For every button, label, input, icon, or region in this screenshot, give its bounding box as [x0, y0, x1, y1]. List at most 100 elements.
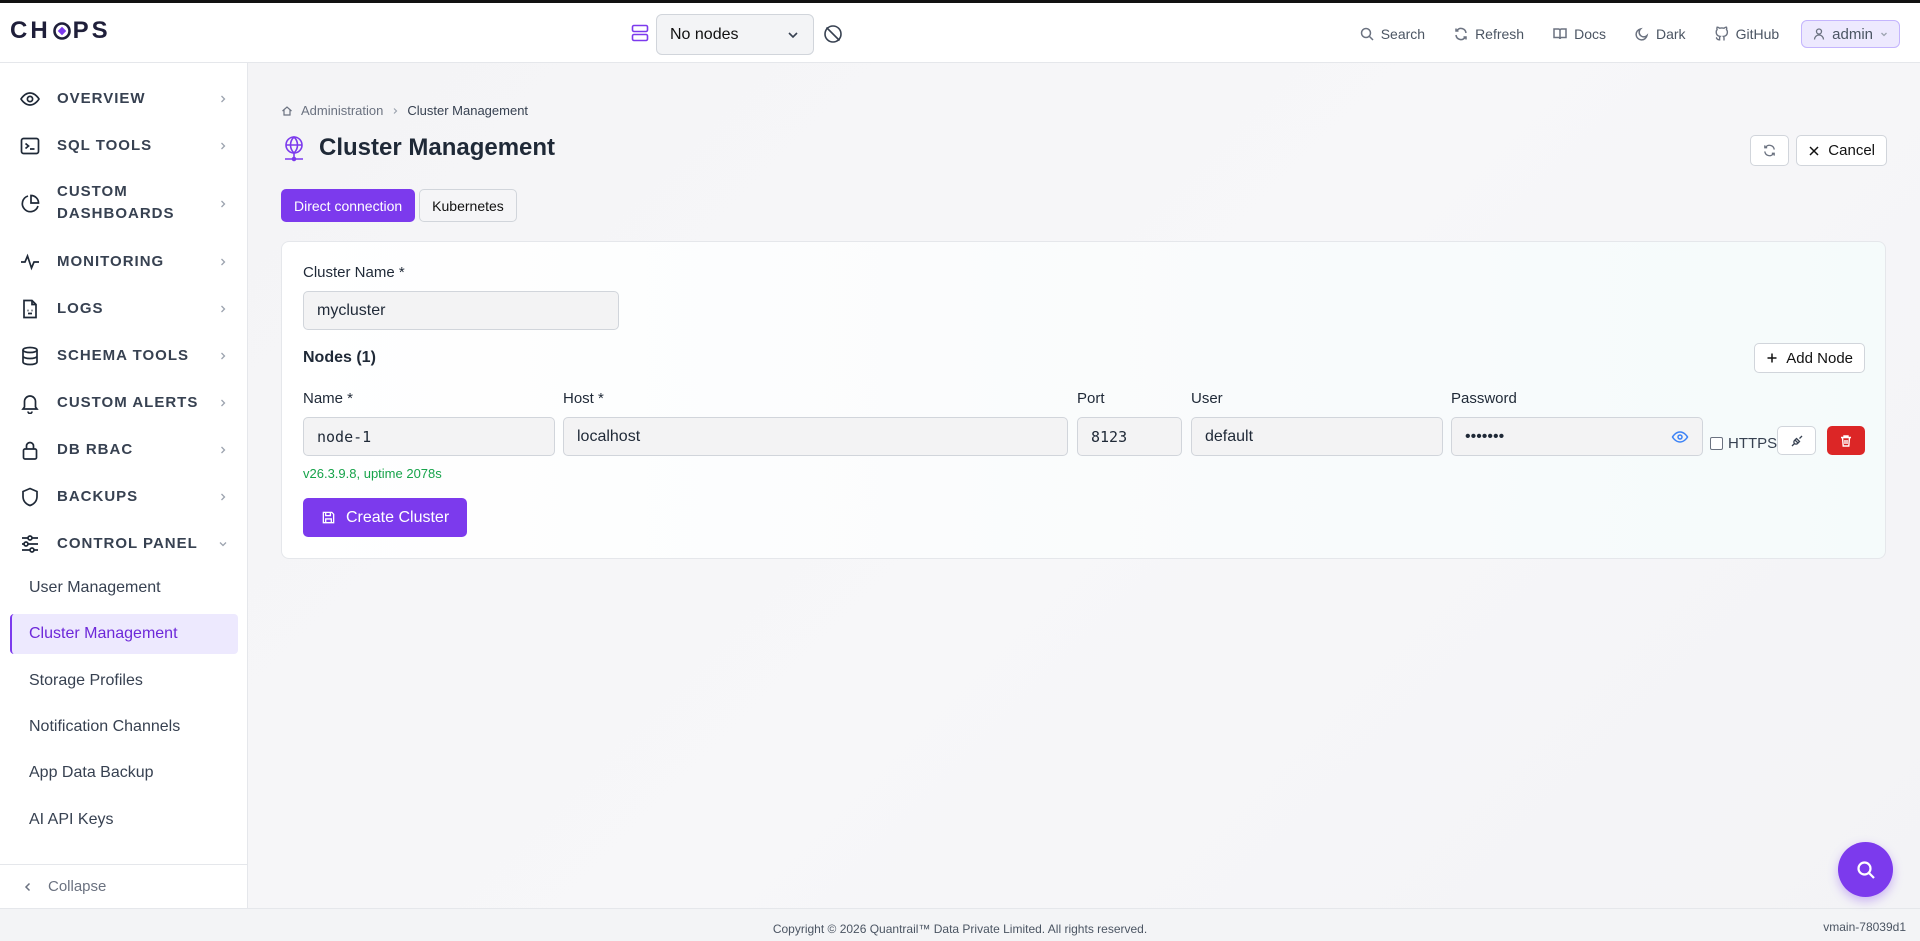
breadcrumb-current: Cluster Management: [407, 103, 529, 118]
page-header: Cluster Management: [281, 134, 555, 162]
sidebar-item-custom-alerts[interactable]: CUSTOM ALERTS: [0, 391, 248, 415]
node-password-label: Password: [1451, 390, 1517, 407]
page-title: Cluster Management: [319, 134, 556, 161]
cancel-label: Cancel: [1828, 142, 1875, 159]
node-version-status: v26.3.9.8, uptime 2078s: [303, 466, 442, 481]
node-user-input[interactable]: default: [1191, 417, 1443, 456]
file-icon: [23, 299, 37, 319]
user-menu-button[interactable]: admin: [1801, 20, 1900, 48]
chevron-right-icon: [221, 258, 226, 266]
logo-o-icon: [52, 22, 71, 40]
sidebar-item-label: LOGS: [57, 300, 104, 317]
github-label: GitHub: [1735, 26, 1780, 42]
cluster-name-input[interactable]: mycluster: [303, 291, 619, 330]
test-connection-button[interactable]: [1777, 426, 1816, 455]
node-port-label: Port: [1077, 390, 1105, 407]
user-icon: [1813, 28, 1825, 40]
cancel-button[interactable]: Cancel: [1796, 135, 1887, 166]
sidebar-subitem-user-management[interactable]: User Management: [10, 568, 238, 608]
node-host-label: Host *: [563, 390, 604, 407]
chevron-right-icon: [221, 399, 226, 407]
sidebar: OVERVIEW SQL TOOLS CUSTOM DASHBOARDS MON…: [0, 63, 248, 908]
sidebar-subitem-ai-api-keys[interactable]: AI API Keys: [10, 800, 238, 840]
build-version: vmain-78039d1: [1823, 920, 1906, 934]
sidebar-item-label: CUSTOM: [57, 183, 128, 200]
theme-label: Dark: [1656, 26, 1686, 42]
header-actions: Cancel: [1750, 135, 1887, 166]
terminal-icon: [20, 137, 40, 155]
node-select[interactable]: No nodes: [656, 14, 814, 55]
search-icon: [1360, 27, 1374, 41]
sidebar-item-monitoring[interactable]: MONITORING: [0, 250, 248, 274]
tab-kubernetes[interactable]: Kubernetes: [419, 189, 517, 222]
docs-link[interactable]: Docs: [1552, 26, 1606, 42]
breadcrumb: Administration Cluster Management: [281, 103, 528, 118]
plug-icon: [1791, 435, 1802, 446]
book-icon: [1553, 28, 1567, 40]
delete-node-button[interactable]: [1827, 426, 1865, 455]
tab-direct-connection[interactable]: Direct connection: [281, 189, 416, 222]
top-actions: Search Refresh Docs Dark GitHub admin: [1331, 20, 1900, 48]
global-search-fab[interactable]: [1838, 842, 1893, 897]
node-user-label: User: [1191, 390, 1223, 407]
sidebar-item-label: SQL TOOLS: [57, 137, 153, 154]
refresh-icon: [1764, 144, 1776, 157]
lock-icon: [22, 441, 38, 460]
add-node-label: Add Node: [1786, 349, 1853, 367]
offline-status-icon[interactable]: [822, 23, 844, 45]
save-icon: [322, 511, 335, 524]
home-icon: [282, 105, 292, 116]
main-content: Administration Cluster Management Cluste…: [248, 63, 1920, 908]
moon-icon: [1635, 27, 1649, 41]
refresh-label: Refresh: [1475, 26, 1525, 42]
create-cluster-label: Create Cluster: [346, 508, 450, 526]
sidebar-item-db-rbac[interactable]: DB RBAC: [0, 438, 248, 462]
sidebar-item-label-line2: DASHBOARDS: [57, 205, 175, 222]
search-label: Search: [1380, 26, 1426, 42]
sidebar-item-label: CONTROL PANEL: [57, 535, 198, 552]
node-port-input[interactable]: 8123: [1077, 417, 1182, 456]
https-checkbox[interactable]: HTTPS: [1710, 435, 1777, 452]
sidebar-subitem-storage-profiles[interactable]: Storage Profiles: [10, 661, 238, 701]
sidebar-item-control-panel[interactable]: CONTROL PANEL: [0, 532, 248, 556]
node-host-input[interactable]: localhost: [563, 417, 1068, 456]
https-label: HTTPS: [1728, 435, 1778, 452]
github-icon: [1715, 26, 1728, 41]
refresh-button[interactable]: Refresh: [1453, 26, 1524, 42]
https-checkbox-box[interactable]: [1710, 437, 1723, 450]
node-password-input[interactable]: •••••••: [1451, 417, 1703, 456]
sidebar-item-backups[interactable]: BACKUPS: [0, 485, 248, 509]
theme-toggle[interactable]: Dark: [1634, 26, 1686, 42]
refresh-icon: [1455, 27, 1467, 41]
sidebar-item-label: MONITORING: [57, 253, 165, 270]
chevron-right-icon: [221, 446, 226, 454]
pie-chart-icon: [21, 194, 40, 213]
sliders-icon: [22, 535, 38, 553]
activity-icon: [21, 253, 39, 271]
add-node-button[interactable]: Add Node: [1754, 343, 1865, 373]
chevron-right-icon: [221, 95, 226, 103]
github-link[interactable]: GitHub: [1714, 26, 1780, 42]
search-button[interactable]: Search: [1359, 26, 1425, 42]
app-logo[interactable]: CH PS: [10, 17, 111, 45]
reload-button[interactable]: [1750, 135, 1790, 166]
eye-icon[interactable]: [1671, 428, 1689, 446]
node-name-input[interactable]: node-1: [303, 417, 555, 456]
sidebar-subitem-app-data-backup[interactable]: App Data Backup: [10, 753, 238, 793]
sidebar-item-sql-tools[interactable]: SQL TOOLS: [0, 134, 248, 158]
close-icon: [1809, 145, 1819, 156]
create-cluster-button[interactable]: Create Cluster: [303, 498, 468, 537]
sidebar-item-schema-tools[interactable]: SCHEMA TOOLS: [0, 344, 248, 368]
sidebar-subitem-cluster-management[interactable]: Cluster Management: [10, 614, 238, 654]
sidebar-item-logs[interactable]: LOGS: [0, 297, 248, 321]
chevron-right-icon: [221, 305, 226, 313]
collapse-sidebar-button[interactable]: Collapse: [0, 864, 248, 908]
chevron-right-icon: [221, 142, 226, 150]
user-name: admin: [1832, 25, 1873, 43]
sidebar-item-overview[interactable]: OVERVIEW: [0, 87, 248, 111]
sidebar-item-custom-dashboards[interactable]: CUSTOM DASHBOARDS: [0, 181, 248, 227]
breadcrumb-administration[interactable]: Administration: [301, 103, 383, 118]
sidebar-item-label: DB RBAC: [57, 441, 134, 458]
sidebar-subitem-notification-channels[interactable]: Notification Channels: [10, 707, 238, 747]
cluster-name-label: Cluster Name *: [303, 264, 405, 281]
